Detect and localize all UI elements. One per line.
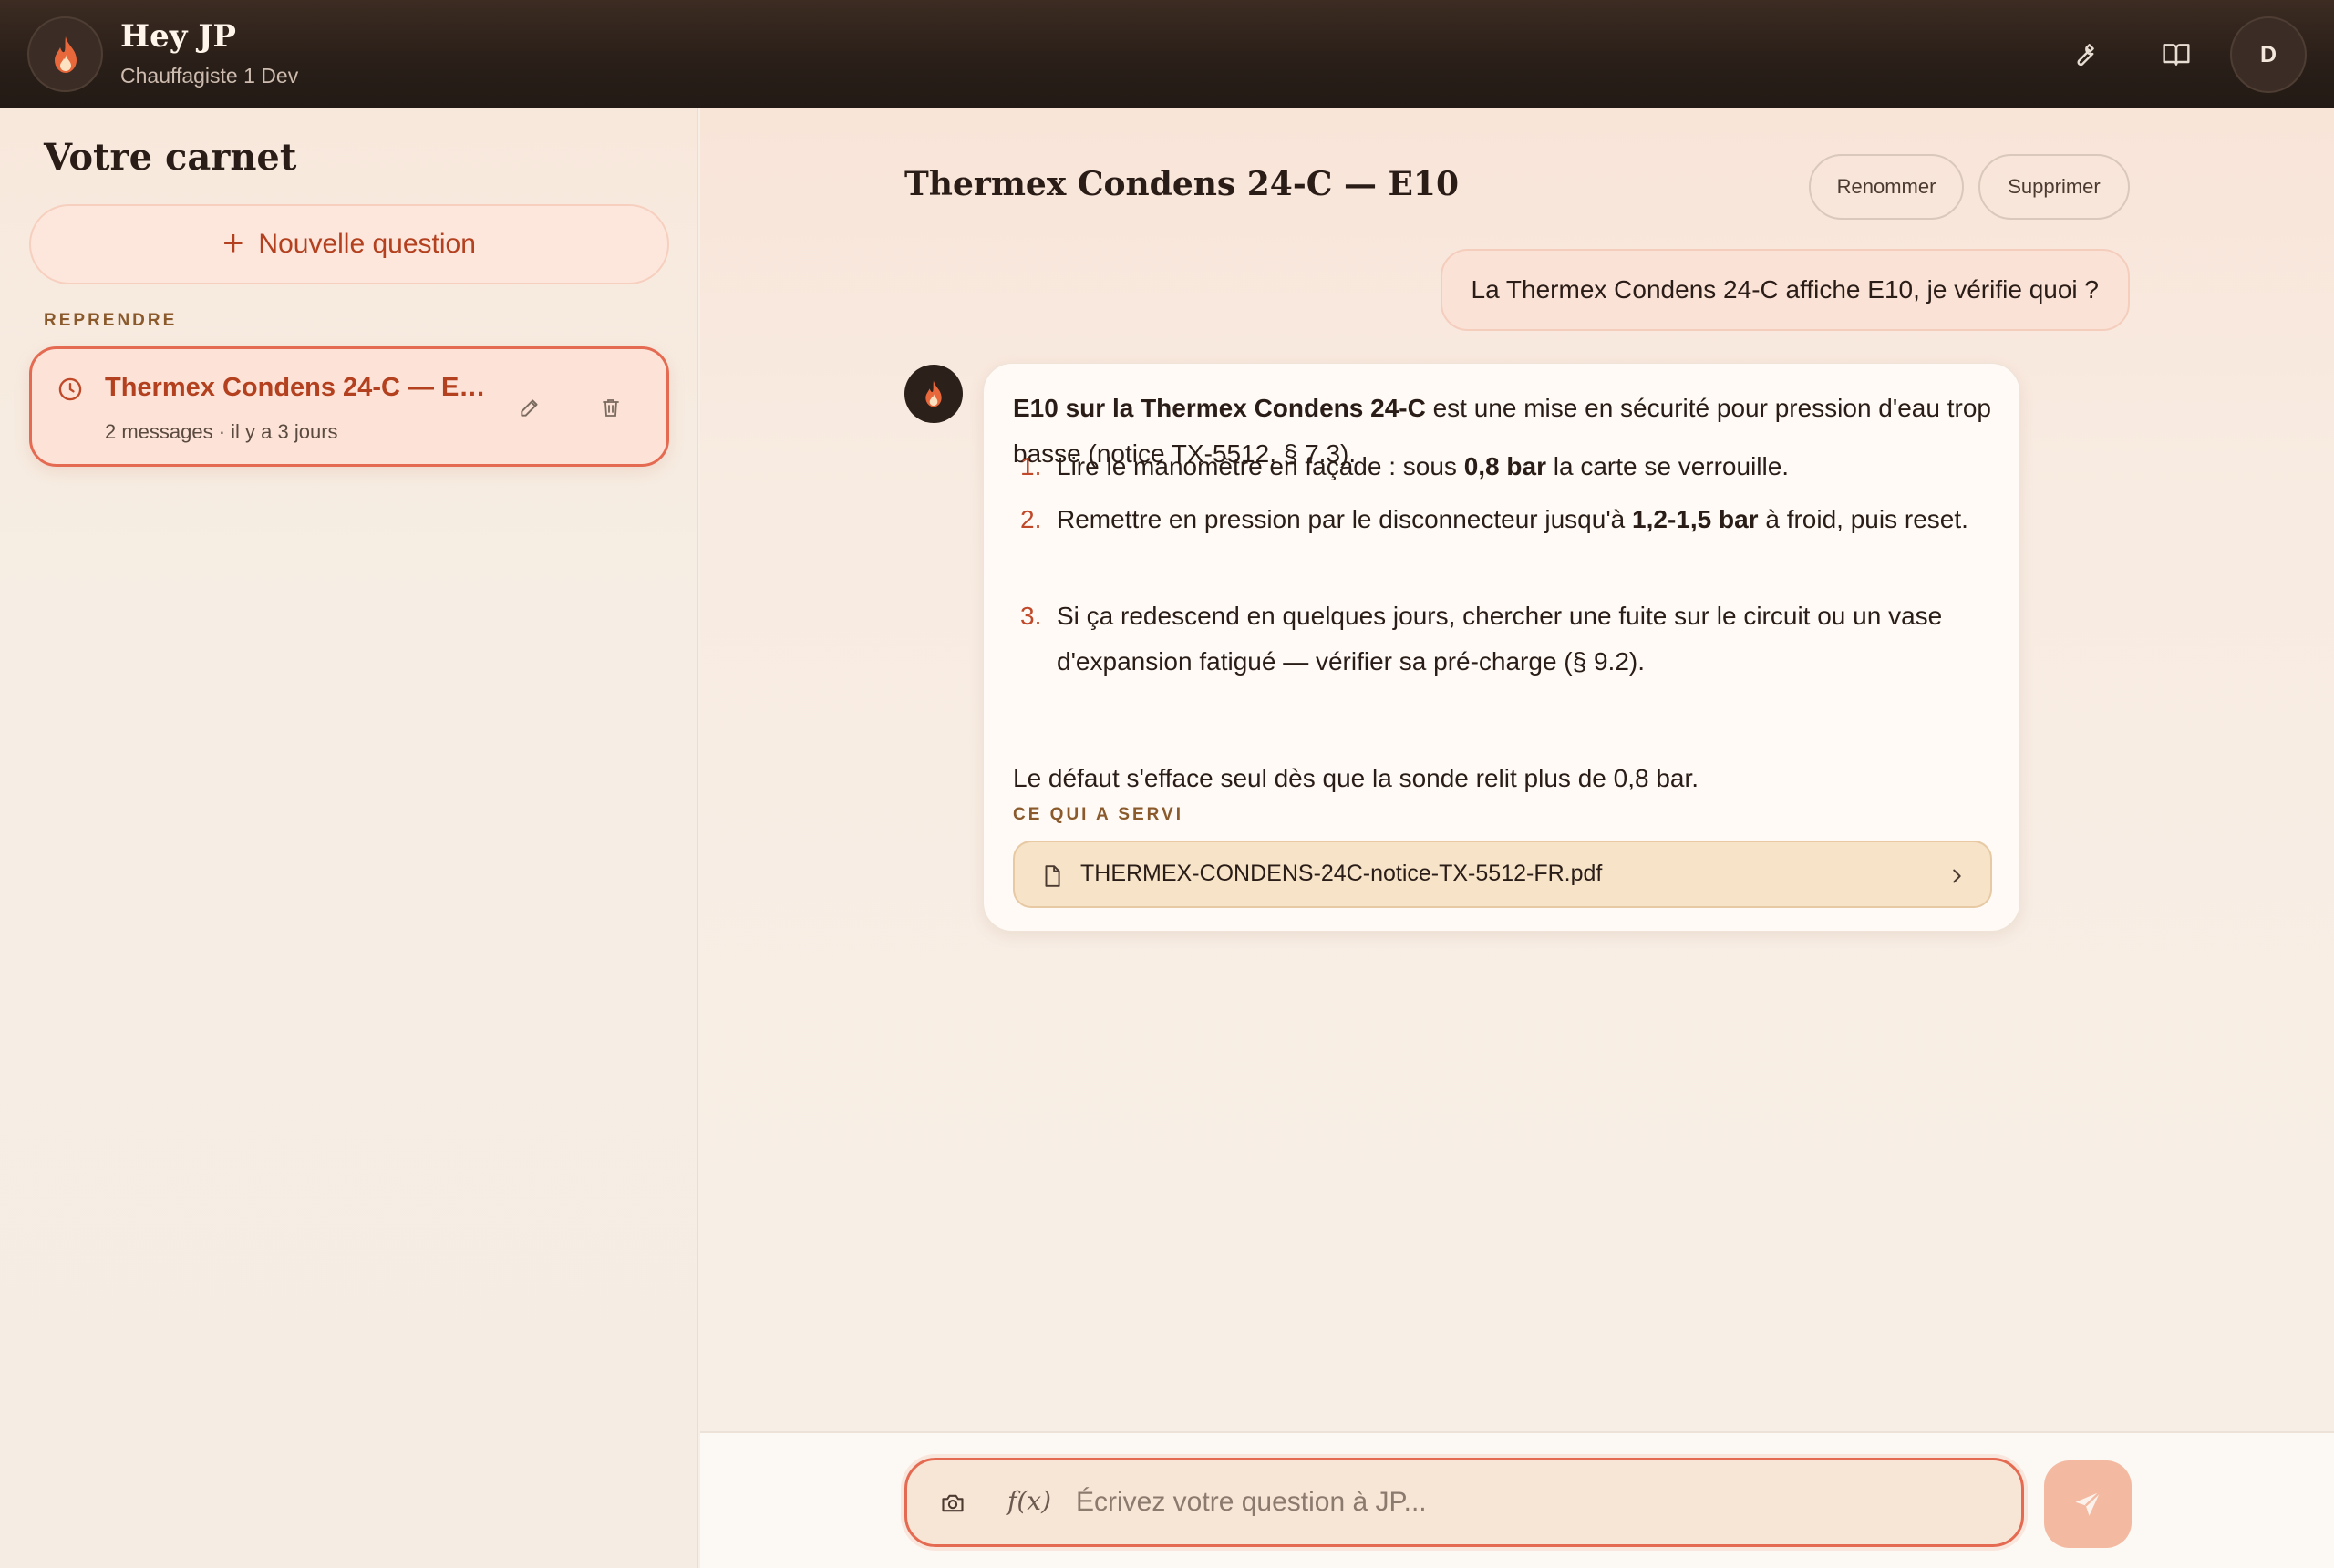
chat-panel: Thermex Condens 24-C — E10 Renommer Supp…: [700, 108, 2334, 1431]
step-text: Remettre en pression par le disconnecteu…: [1057, 505, 1968, 533]
step-text: Lire le manomètre en façade : sous 0,8 b…: [1057, 452, 1790, 480]
delete-button[interactable]: Supprimer: [1978, 154, 2130, 220]
composer-area: f(x): [700, 1431, 2334, 1568]
book-icon: [2163, 44, 2190, 66]
trash-icon: [603, 399, 619, 417]
formula-button[interactable]: f(x): [1007, 1486, 1051, 1516]
step-number: 3.: [1020, 602, 1042, 630]
send-button[interactable]: [2044, 1460, 2132, 1548]
plus-icon: +: [222, 222, 244, 263]
edit-conversation-button[interactable]: [511, 389, 548, 426]
app-header: Hey JP Chauffagiste 1 Dev D: [0, 0, 2334, 108]
step-number: 2.: [1020, 505, 1042, 533]
conversation-meta: 2 messages · il y a 3 jours: [105, 420, 338, 443]
document-icon: [1045, 865, 1060, 887]
conversation-item[interactable]: Thermex Condens 24-C — E10 2 messages · …: [29, 346, 669, 467]
tools-button[interactable]: [2061, 33, 2105, 77]
flame-icon: [925, 380, 942, 407]
sidebar-title: Votre carnet: [44, 136, 297, 179]
source-filename: THERMEX-CONDENS-24C-notice-TX-5512-FR.pd…: [1080, 861, 1603, 886]
assistant-closing: Le défaut s'efface seul dès que la sonde…: [1013, 764, 1699, 792]
source-document[interactable]: THERMEX-CONDENS-24C-notice-TX-5512-FR.pd…: [1013, 841, 1992, 908]
sidebar: Votre carnet + Nouvelle question REPREND…: [0, 108, 698, 1568]
rename-button[interactable]: Renommer: [1809, 154, 1964, 220]
camera-button[interactable]: [933, 1483, 973, 1523]
sources-label: CE QUI A SERVI: [1013, 805, 1183, 824]
section-label: REPRENDRE: [44, 311, 178, 330]
wrench-icon: [2077, 44, 2094, 67]
app-title: Hey JP: [120, 18, 237, 55]
user-message: La Thermex Condens 24-C affiche E10, je …: [1440, 249, 2130, 331]
new-question-label: Nouvelle question: [258, 229, 476, 259]
camera-icon: [942, 1494, 964, 1512]
send-icon: [2075, 1491, 2102, 1516]
question-input[interactable]: [1076, 1473, 1997, 1532]
assistant-message: E10 sur la Thermex Condens 24-C est une …: [983, 363, 2020, 932]
step-text: Si ça redescend en quelques jours, cherc…: [1057, 602, 1943, 676]
composer: f(x): [904, 1458, 2024, 1547]
manuals-button[interactable]: [2154, 33, 2198, 77]
assistant-avatar: [904, 365, 963, 423]
chevron-right-icon: [1953, 869, 1961, 883]
clock-icon: [58, 377, 82, 401]
delete-conversation-button[interactable]: [593, 389, 629, 426]
app-logo[interactable]: [27, 16, 103, 92]
pencil-icon: [521, 399, 538, 417]
app-subtitle: Chauffagiste 1 Dev: [120, 64, 299, 88]
new-question-button[interactable]: + Nouvelle question: [29, 204, 669, 284]
step-number: 1.: [1020, 452, 1042, 480]
user-avatar[interactable]: D: [2230, 16, 2307, 93]
flame-icon: [54, 36, 77, 73]
conversation-title: Thermex Condens 24-C — E10: [105, 373, 488, 402]
conversation-heading: Thermex Condens 24-C — E10: [904, 165, 1460, 203]
assistant-intro-bold: E10 sur la Thermex Condens 24-C: [1013, 394, 1426, 422]
